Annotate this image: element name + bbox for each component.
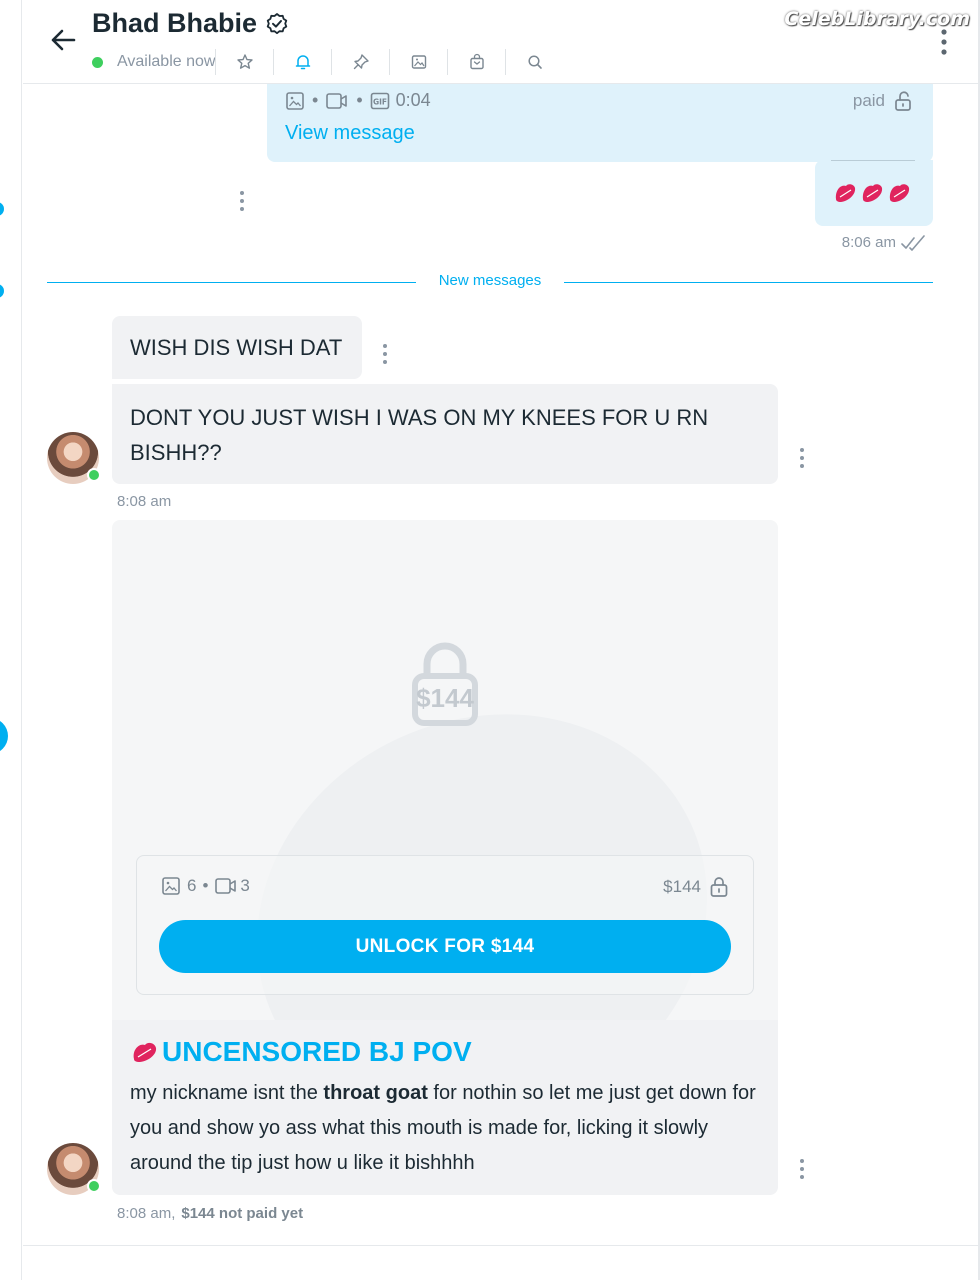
message-timestamp: 8:08 am [117,493,172,510]
video-count: 3 [240,876,250,895]
lock-price: $144 [416,683,474,713]
caption-bold-text: throat goat [323,1082,428,1104]
paid-label: paid [852,91,885,110]
unlock-panel: 6 • 3 $144 UNLOCK FOR $144 [136,855,754,995]
search-icon[interactable] [505,49,563,75]
ppv-title: UNCENSORED BJ POV [130,1036,472,1068]
verified-icon [266,12,288,34]
video-icon [215,878,237,894]
avatar[interactable] [47,432,101,484]
payment-status: $144 not paid yet [181,1205,304,1222]
online-indicator [87,1179,101,1193]
media-count: 6 • 3 [161,876,250,896]
image-icon [162,877,180,895]
bubble-divider [831,160,915,161]
image-icon[interactable] [389,49,447,75]
separator-dot: • [312,90,319,110]
left-rail [0,0,22,1280]
separator-dot: • [356,90,363,110]
caption-text: my nickname isnt the [130,1082,324,1104]
bag-icon[interactable] [447,49,505,75]
message-options-icon[interactable] [239,190,245,212]
ppv-timestamp: 8:08 am, $144 not paid yet [117,1205,303,1222]
unlocked-icon [895,91,911,111]
rail-indicator[interactable] [0,202,4,216]
paid-status: paid [853,90,915,112]
sent-message-bubble[interactable]: • • GIF 0:04 paid View message [267,84,933,162]
rail-indicator[interactable] [0,284,4,298]
ppv-description: my nickname isnt the throat goat for not… [130,1076,760,1181]
kiss-mark-icon [133,1042,157,1062]
double-check-icon [901,234,925,251]
ppv-caption[interactable]: UNCENSORED BJ POV my nickname isnt the t… [112,1020,778,1195]
sent-timestamp: 8:06 am [842,234,928,251]
chat-header: Bhad Bhabie Available now CelebLibrary.c… [23,0,978,84]
ppv-time-text: 8:08 am, [117,1205,176,1222]
ppv-price: $144 [663,876,729,898]
ppv-price-text: $144 [663,877,701,896]
image-icon [286,91,304,110]
gif-icon: GIF [370,92,389,109]
kiss-mark-icon [835,184,910,202]
message-text: DONT YOU JUST WISH I WAS ON MY KNEES FOR… [130,405,709,465]
online-indicator [92,56,103,68]
photo-count: 6 [187,876,197,895]
message-options-icon[interactable] [382,343,388,365]
chat-page: Bhad Bhabie Available now CelebLibrary.c… [0,0,980,1280]
sent-media-meta: • • GIF 0:04 [285,90,431,111]
message-text: WISH DIS WISH DAT [130,335,343,360]
bell-icon[interactable] [273,49,331,75]
separator-dot: • [202,876,209,895]
back-arrow-icon[interactable] [47,24,79,56]
composer-divider [23,1245,978,1246]
new-messages-divider: New messages [47,270,933,294]
video-icon [326,92,348,109]
status-row: Available now [92,49,563,75]
message-options-icon[interactable] [799,447,805,469]
pin-icon[interactable] [331,49,389,75]
message-options-icon[interactable] [799,1158,805,1180]
sent-emoji-bubble[interactable] [815,160,933,226]
watermark: CelebLibrary.com [784,8,970,30]
status-text: Available now [117,53,216,70]
chat-title[interactable]: Bhad Bhabie [92,8,257,39]
title-row: Bhad Bhabie [92,8,289,39]
lock-icon [710,877,728,897]
sent-time-text: 8:06 am [841,234,896,251]
kiss-emojis [833,180,913,206]
locked-media-card: $144 6 • 3 $144 UNLOCK FOR $144 [112,520,778,1020]
ppv-title-text: UNCENSORED BJ POV [162,1036,472,1067]
more-options-icon[interactable] [940,28,948,56]
unlock-button[interactable]: UNLOCK FOR $144 [159,920,731,973]
new-messages-label: New messages [438,272,542,289]
star-icon[interactable] [215,49,273,75]
view-message-link[interactable]: View message [285,122,415,145]
online-indicator [87,468,101,482]
received-message[interactable]: DONT YOU JUST WISH I WAS ON MY KNEES FOR… [112,384,778,484]
svg-text:GIF: GIF [373,97,387,106]
received-message[interactable]: WISH DIS WISH DAT [112,316,362,379]
rail-indicator[interactable] [0,718,8,754]
media-duration: 0:04 [395,90,431,110]
avatar[interactable] [47,1143,101,1195]
divider-line [564,282,933,283]
